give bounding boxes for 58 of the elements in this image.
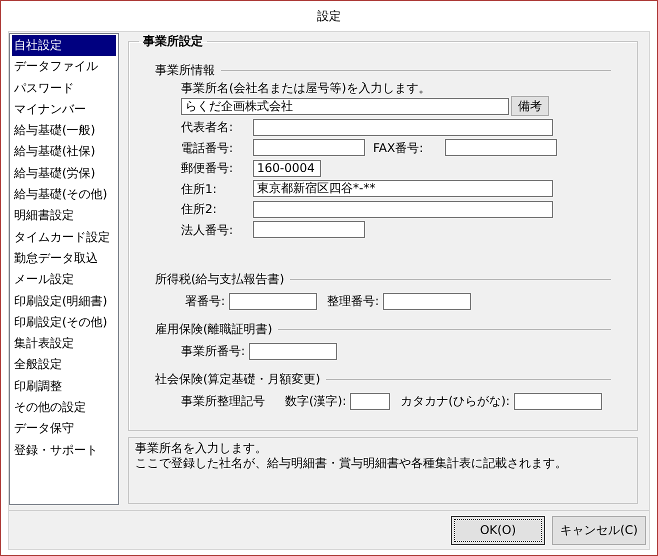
field-label: 住所2: [181,201,218,218]
sidebar-item[interactable]: メール設定 [12,269,116,291]
input-field[interactable] [249,342,338,360]
field-label: 整理番号: [327,293,380,309]
sidebar-item[interactable]: その他の設定 [12,397,116,418]
help-text: ここで登録した社名が、給与明細書・賞与明細書や各種集計表に記載されます。 [135,456,568,471]
company-name-field[interactable]: らくだ企画株式会社 [181,98,509,114]
input-field[interactable]: 160-0004 [253,160,321,177]
field-label: 事業所番号: [181,343,246,359]
field-label: カタカナ(ひらがな): [400,393,510,409]
input-field[interactable] [514,392,602,410]
field-label: 法人番号: [181,222,234,238]
field-label: 数字(漢字): [285,393,346,409]
sidebar-item[interactable]: 明細書設定 [12,205,116,227]
sidebar-item[interactable]: 印刷設定(明細書) [12,290,116,312]
sidebar-item[interactable]: 自社設定 [12,35,116,56]
section-title: 所得税(給与支払報告書) [155,271,284,287]
field-label: 署番号: [185,293,226,309]
input-field[interactable] [253,221,365,238]
input-field[interactable] [383,292,472,310]
field-label: 郵便番号: [181,160,234,176]
field-label: FAX番号: [372,140,424,156]
input-field[interactable] [229,292,318,310]
section-title: 事業所情報 [155,62,215,78]
sidebar-item[interactable]: 登録・サポート [12,440,116,461]
sidebar-item[interactable]: パスワード [12,78,116,99]
dialog-button[interactable]: キャンセル(C) [552,516,646,544]
sidebar-item[interactable]: マイナンバー [12,98,116,120]
instruction-text: 事業所名(会社名または屋号等)を入力します。 [181,81,432,95]
sidebar-item[interactable]: 集計表設定 [12,333,116,354]
sidebar-item[interactable]: 印刷調整 [12,376,116,398]
help-text: 事業所名を入力します。 [135,441,268,456]
field-caption: 事業所整理記号 [181,393,265,409]
input-field[interactable]: 東京都新宿区四谷*-** [253,180,553,198]
dialog-button[interactable]: OK(O) [451,516,545,544]
sidebar-item[interactable]: タイムカード設定 [12,226,116,248]
input-field[interactable] [253,200,553,218]
section-title: 雇用保険(離職証明書) [155,321,272,337]
group-title: 事業所設定 [142,33,204,49]
input-field[interactable] [253,118,553,136]
input-field[interactable] [445,139,557,156]
field-label: 電話番号: [181,140,234,156]
sidebar-item[interactable]: 印刷設定(その他) [12,312,116,334]
sidebar-item[interactable]: 給与基礎(その他) [12,184,116,206]
sidebar-item[interactable]: 給与基礎(一般) [12,120,116,142]
field-label: 住所1: [181,180,218,197]
sidebar-item[interactable]: 勤怠データ取込 [12,248,116,270]
sidebar-item[interactable]: 給与基礎(社保) [12,141,116,163]
sidebar-item[interactable]: 給与基礎(労保) [12,162,116,184]
sidebar-item[interactable]: 全般設定 [12,354,116,376]
field-label: 代表者名: [181,119,234,136]
sidebar-item[interactable]: データ保守 [12,418,116,440]
memo-button[interactable]: 備考 [511,96,549,116]
section-title: 社会保険(算定基礎・月額変更) [155,371,320,387]
input-field[interactable] [253,139,365,156]
sidebar-item[interactable]: データファイル [12,56,116,78]
window-title: 設定 [317,8,341,24]
input-field[interactable] [350,392,390,410]
